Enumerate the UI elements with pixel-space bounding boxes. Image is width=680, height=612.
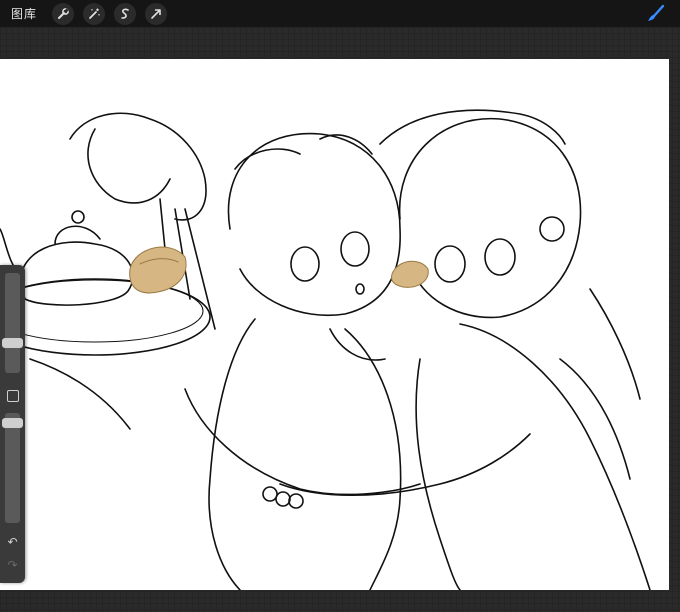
- tray-shape: [0, 278, 211, 356]
- brush-icon[interactable]: [646, 4, 666, 24]
- brush-size-thumb[interactable]: [2, 338, 23, 348]
- gallery-button[interactable]: 图库: [11, 5, 37, 22]
- right-head-shape: [398, 117, 582, 319]
- brush-size-slider[interactable]: [2, 273, 23, 373]
- left-dress-shape: [344, 328, 402, 590]
- top-toolbar: 图库: [0, 0, 680, 27]
- selection-icon[interactable]: [114, 2, 137, 25]
- left-bangs-shape: [234, 134, 373, 170]
- opacity-slider[interactable]: [2, 413, 23, 523]
- redo-icon[interactable]: ↷: [4, 558, 21, 572]
- collar-shape: [329, 328, 386, 361]
- right-body-shape: [459, 323, 651, 590]
- fingers-shape: [87, 128, 171, 204]
- right-dress-shape: [415, 358, 461, 590]
- bracelet-bead-2-shape: [275, 491, 291, 507]
- left-eye-2-shape: [340, 231, 370, 267]
- wrench-icon[interactable]: [52, 2, 75, 25]
- transform-arrow-icon[interactable]: [145, 2, 168, 25]
- teapot-knob-shape: [71, 210, 85, 224]
- bracelet-bead-1-shape: [262, 486, 278, 502]
- right-hair-shape: [379, 109, 566, 145]
- left-head-shape: [227, 132, 401, 316]
- magic-wand-icon[interactable]: [83, 2, 106, 25]
- tray-rim-shape: [0, 279, 204, 343]
- hugging-arm-shape: [279, 433, 531, 496]
- opacity-thumb[interactable]: [2, 418, 23, 428]
- hair-strand-shape: [559, 358, 631, 480]
- leaf-shape: [29, 358, 131, 430]
- teapot-body-shape: [19, 241, 134, 306]
- hair-flower-shape: [539, 216, 565, 242]
- bracelet-bead-3-shape: [288, 493, 304, 509]
- modify-button[interactable]: [7, 390, 19, 402]
- left-eye-1-shape: [290, 246, 320, 282]
- left-mouth-shape: [355, 283, 365, 295]
- line-art: [0, 109, 651, 590]
- brush-sidebar: ↶ ↷: [0, 265, 25, 583]
- right-eye-1-shape: [434, 245, 466, 283]
- drawing-canvas[interactable]: [0, 59, 669, 590]
- right-eye-2-shape: [484, 238, 516, 276]
- braid-shape: [589, 288, 641, 400]
- undo-icon[interactable]: ↶: [4, 535, 21, 549]
- dumpling-shape: [129, 246, 187, 294]
- left-body-shape: [208, 318, 256, 590]
